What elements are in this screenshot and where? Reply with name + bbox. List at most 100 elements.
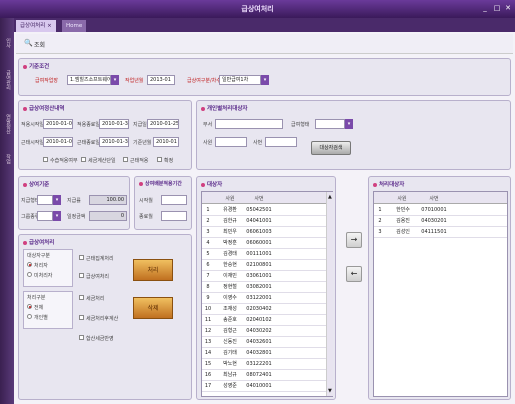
table-row[interactable]: 9 이영수 03122001 <box>202 293 326 304</box>
radio-unprocessed[interactable] <box>27 272 32 277</box>
row-number: 6 <box>206 262 210 268</box>
cell-id: 05042501 <box>246 207 272 213</box>
table-row[interactable]: 13 신동진 04032601 <box>202 337 326 348</box>
table-row[interactable]: 17 성영준 04010001 <box>202 381 326 392</box>
table-row[interactable]: 10 조재성 02030402 <box>202 304 326 315</box>
search-button[interactable]: 🔍 조회 <box>24 38 52 50</box>
delete-button[interactable]: 삭제 <box>133 297 173 319</box>
checkbox-label: 수습적용여부 <box>50 158 78 164</box>
table-row[interactable]: 11 송준호 02040102 <box>202 315 326 326</box>
month-field[interactable]: 2013-01 <box>147 75 175 85</box>
radio-individual[interactable] <box>27 314 32 319</box>
radio-label: 전체 <box>34 305 44 311</box>
table-row[interactable]: 16 최남규 08072401 <box>202 370 326 381</box>
start-field[interactable]: 2010-01-01 <box>43 119 73 129</box>
radio-all[interactable] <box>27 304 32 309</box>
company-field[interactable]: 1.엠힐즈소프트웨어 <box>67 75 111 85</box>
cell-name: 이영수 <box>223 295 237 301</box>
table-row[interactable]: 4 박정훈 06060001 <box>202 238 326 249</box>
checkbox-label: 세금처리 <box>86 296 105 302</box>
close-icon[interactable]: × <box>47 23 52 29</box>
scrollbar[interactable]: ▲ ▼ <box>326 192 333 396</box>
basic-panel: 기준조건 급여작업장 1.엠힐즈소프트웨어 ▾ 작업년월 2013-01 급상여… <box>18 58 511 96</box>
period-end-field[interactable] <box>161 211 187 221</box>
table-row[interactable]: 3 최민우 06061003 <box>202 227 326 238</box>
employee-no-field[interactable] <box>265 137 297 147</box>
minimize-icon[interactable]: _ <box>480 4 490 13</box>
table-row[interactable]: 1 유경환 05042501 <box>202 205 326 216</box>
pay-date-field[interactable]: 2010-01-25 <box>147 119 179 129</box>
tax-process-checkbox[interactable] <box>79 295 84 300</box>
row-number: 2 <box>378 218 382 224</box>
chevron-down-icon[interactable]: ▾ <box>111 75 119 85</box>
nav-item[interactable]: 연말정산 <box>2 104 12 144</box>
move-right-button[interactable]: → <box>346 232 362 248</box>
table-row[interactable]: 7 이재민 03061001 <box>202 271 326 282</box>
table-row[interactable]: 14 김기태 04032801 <box>202 348 326 359</box>
table-row[interactable]: 6 한승현 02100801 <box>202 260 326 271</box>
radio-processed[interactable] <box>27 262 32 267</box>
cell-name: 김형근 <box>223 328 237 334</box>
move-left-button[interactable]: ← <box>346 266 362 282</box>
chevron-down-icon[interactable]: ▾ <box>261 75 269 85</box>
table-row[interactable]: 8 정현철 03082001 <box>202 282 326 293</box>
confirm-checkbox[interactable] <box>157 157 162 162</box>
tab-payroll[interactable]: 급상여처리 × <box>16 20 56 32</box>
nav-item[interactable]: 급여관리 <box>2 60 12 100</box>
table-row[interactable]: 12 김형근 04030202 <box>202 326 326 337</box>
employee-field[interactable] <box>215 137 247 147</box>
end-field[interactable]: 2010-01-31 <box>99 119 129 129</box>
tab-home[interactable]: Home <box>62 20 87 32</box>
start-label: 적용시작일 <box>21 122 45 128</box>
table-row[interactable]: 3 김성인 04111501 <box>374 227 507 238</box>
process-button[interactable]: 처리 <box>133 259 173 281</box>
cell-name: 한민수 <box>396 207 410 213</box>
chevron-down-icon[interactable]: ▾ <box>53 211 61 221</box>
close-icon[interactable]: ✕ <box>503 4 513 13</box>
search-target-button[interactable]: 대상자검색 <box>311 141 351 155</box>
nav-item[interactable]: 인사 <box>2 32 12 54</box>
radio-label: 처리자 <box>34 263 48 269</box>
row-number: 13 <box>204 339 212 345</box>
tax-after-checkbox[interactable] <box>79 315 84 320</box>
proc-group: 처리구분 전체 개인별 <box>23 291 73 329</box>
chevron-down-icon[interactable]: ▾ <box>345 119 353 129</box>
cell-id: 06061003 <box>246 229 272 235</box>
tax-checkbox[interactable] <box>81 157 86 162</box>
chevron-down-icon[interactable]: ▾ <box>53 195 61 205</box>
table-row[interactable]: 5 김경태 00111001 <box>202 249 326 260</box>
cell-name: 이재민 <box>223 273 237 279</box>
attendance-checkbox[interactable] <box>123 157 128 162</box>
cell-id: 04030201 <box>421 218 447 224</box>
std-month-label: 기준년월 <box>133 140 152 146</box>
nav-item[interactable]: 작업 <box>2 148 12 170</box>
std-month-field[interactable]: 2010-01 <box>153 137 179 147</box>
table-row[interactable]: 15 박노현 03122201 <box>202 359 326 370</box>
scroll-down-icon[interactable]: ▼ <box>328 388 332 394</box>
work-start-field[interactable]: 2010-01-01 <box>43 137 73 147</box>
grade-field[interactable] <box>315 119 345 129</box>
scroll-up-icon[interactable]: ▲ <box>328 194 332 200</box>
probation-checkbox[interactable] <box>43 157 48 162</box>
targets-panel: 대상자 사원 사번 1 유경환 05042501 2 김한규 04041001 3 최민우 06… <box>196 176 336 400</box>
attendance-sum-checkbox[interactable] <box>79 255 84 260</box>
pay-type-field[interactable] <box>37 195 53 205</box>
rate-field[interactable]: 100.00 <box>89 195 127 205</box>
fixed-amount-field[interactable]: 0 <box>89 211 127 221</box>
table-row[interactable]: 1 한민수 07010001 <box>374 205 507 216</box>
dept-field[interactable] <box>215 119 283 129</box>
type-field[interactable]: 일반급여1차 <box>219 75 261 85</box>
payroll-checkbox[interactable] <box>79 273 84 278</box>
dept-label: 부서 <box>203 122 213 128</box>
maximize-icon[interactable]: □ <box>492 4 502 13</box>
table-row[interactable]: 2 김용진 04030201 <box>374 216 507 227</box>
period-start-field[interactable] <box>161 195 187 205</box>
work-end-field[interactable]: 2010-01-31 <box>99 137 129 147</box>
cell-id: 03122001 <box>246 295 272 301</box>
row-number: 4 <box>206 240 210 246</box>
panel-title: 대상자 <box>201 180 222 188</box>
sum-tax-checkbox[interactable] <box>79 335 84 340</box>
group-field[interactable] <box>37 211 53 221</box>
table-row[interactable]: 2 김한규 04041001 <box>202 216 326 227</box>
panel-title: 상여기준 <box>23 180 49 188</box>
